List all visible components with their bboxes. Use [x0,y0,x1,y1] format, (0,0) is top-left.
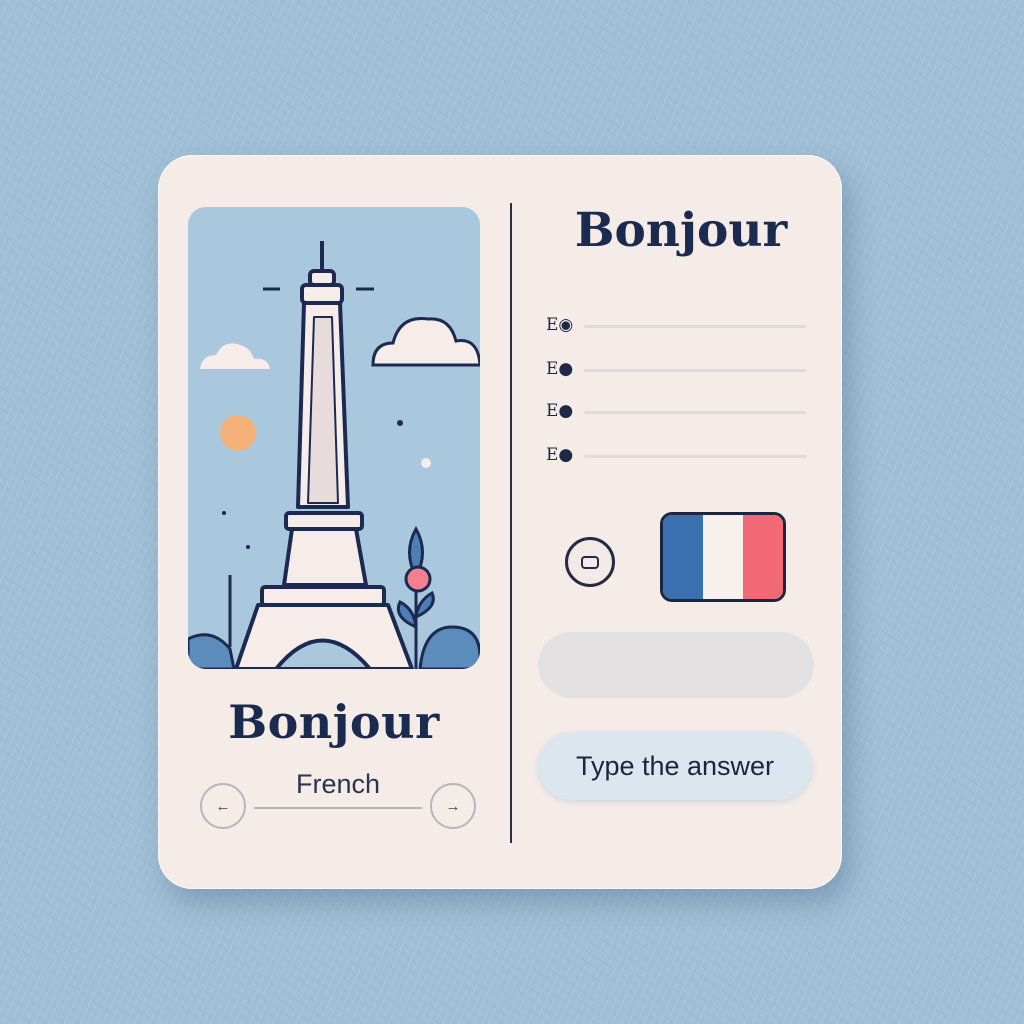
prompt-word: Bonjour [574,203,788,258]
flashcard: Bonjour ← French → Bonjour E◉ E● E● E● T… [158,155,842,889]
language-selector: ← French → [198,767,478,829]
sun-icon [220,415,256,451]
option-line [584,369,806,372]
audio-button[interactable] [565,537,615,587]
answer-input[interactable] [538,632,814,698]
option-marker: E● [546,401,574,421]
option-line [584,411,806,414]
arrow-left-icon: ← [215,797,231,815]
type-answer-button[interactable]: Type the answer [538,732,812,800]
option-item[interactable]: E● [546,359,806,379]
divider-line [254,807,422,809]
speaker-icon [581,555,599,569]
eiffel-tower-illustration [188,207,480,669]
flag-stripe-blue [663,515,703,599]
type-answer-label: Type the answer [575,750,775,781]
flag-stripe-white [703,515,743,599]
option-item[interactable]: E◉ [546,315,806,335]
card-divider [510,203,512,843]
option-line [584,325,806,328]
option-marker: E● [546,445,574,465]
option-line [584,455,806,458]
next-button[interactable]: → [430,783,476,829]
option-marker: E● [546,359,574,379]
arrow-right-icon: → [445,797,461,815]
option-marker: E◉ [546,315,574,335]
word-title: Bonjour [228,695,440,749]
option-item[interactable]: E● [546,401,806,421]
france-flag[interactable] [660,512,786,602]
flag-stripe-red [743,515,783,599]
option-item[interactable]: E● [546,445,806,465]
